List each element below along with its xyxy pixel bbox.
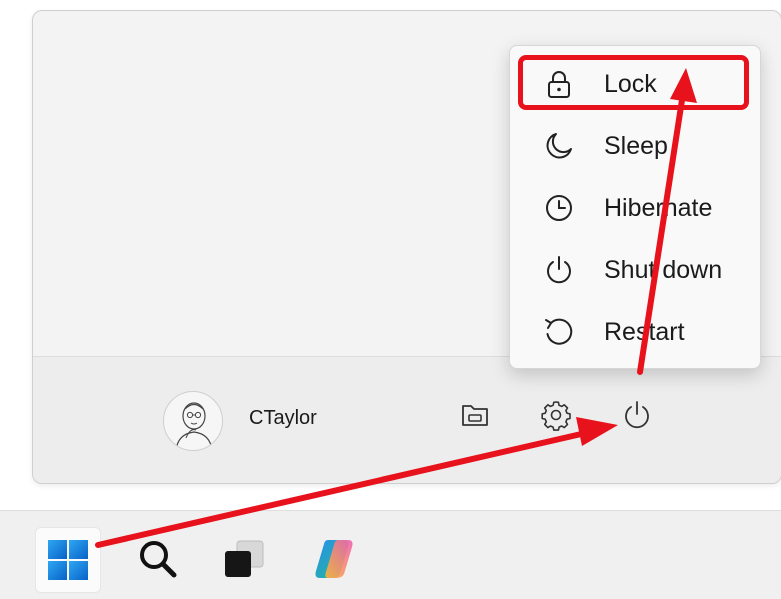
user-avatar[interactable]	[163, 391, 223, 451]
user-name[interactable]: CTaylor	[249, 407, 317, 430]
search-button[interactable]	[126, 527, 190, 591]
menu-item-sleep[interactable]: Sleep	[518, 118, 750, 174]
restart-icon	[540, 313, 578, 351]
menu-item-hibernate[interactable]: Hibernate	[518, 180, 750, 236]
windows-start-button[interactable]	[35, 527, 101, 593]
copilot-button[interactable]	[302, 527, 366, 591]
settings-gear-icon[interactable]	[538, 397, 574, 433]
moon-icon	[540, 127, 578, 165]
menu-item-label: Shut down	[604, 255, 723, 284]
lock-highlight-annotation	[518, 55, 749, 110]
start-menu-footer: CTaylor	[33, 356, 781, 483]
copilot-icon	[315, 540, 353, 578]
documents-folder-icon[interactable]	[457, 397, 493, 433]
search-icon	[140, 541, 177, 578]
menu-item-label: Sleep	[604, 131, 668, 160]
task-view-button[interactable]	[212, 527, 276, 591]
clock-icon	[540, 189, 578, 227]
menu-item-label: Hibernate	[604, 193, 713, 222]
task-view-icon	[225, 540, 264, 577]
menu-item-label: Restart	[604, 317, 685, 346]
menu-item-shut-down[interactable]: Shut down	[518, 242, 750, 298]
taskbar	[0, 510, 781, 599]
menu-item-restart[interactable]: Restart	[518, 304, 750, 360]
power-icon	[540, 251, 578, 289]
power-icon[interactable]	[619, 397, 655, 433]
avatar-sketch-icon	[175, 402, 213, 450]
windows-start-icon	[48, 540, 88, 580]
